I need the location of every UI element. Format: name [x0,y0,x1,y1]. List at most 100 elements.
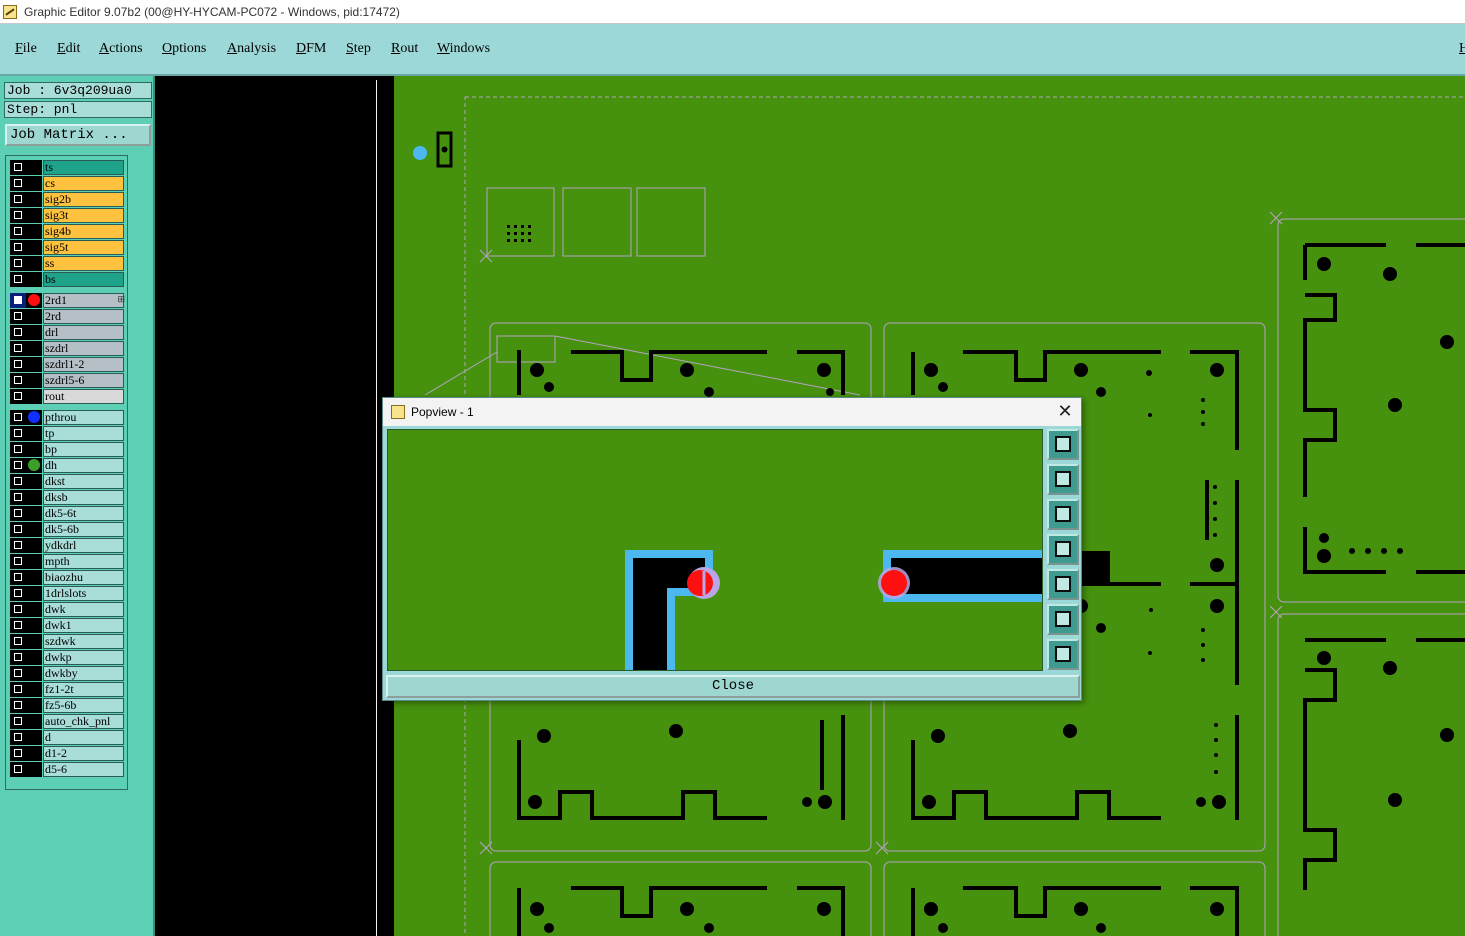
layer-name[interactable]: d [43,730,124,745]
layer-name[interactable]: biaozhu [43,570,124,585]
layer-name[interactable]: d5-6 [43,762,124,777]
layer-checkbox[interactable] [10,192,26,207]
layer-row-ydkdrl[interactable]: ydkdrl [8,538,127,553]
layer-name[interactable]: drl [43,325,124,340]
layer-row-dkst[interactable]: dkst [8,474,127,489]
menu-rout[interactable]: Rout [391,41,418,57]
layer-color-cell[interactable] [26,746,42,761]
layer-row-fz5-6b[interactable]: fz5-6b [8,698,127,713]
layer-color-cell[interactable] [26,650,42,665]
layer-row-pthrou[interactable]: pthrou [8,410,127,425]
layer-checkbox[interactable] [10,730,26,745]
layer-color-cell[interactable] [26,490,42,505]
zoom-window-icon[interactable] [1047,429,1079,460]
layer-name[interactable]: dwk1 [43,618,124,633]
layer-color-cell[interactable] [26,458,42,473]
layer-checkbox[interactable] [10,618,26,633]
zoom-out-icon[interactable] [1047,604,1079,635]
layer-name[interactable]: sig4b [43,224,124,239]
layer-row-d5-6[interactable]: d5-6 [8,762,127,777]
layer-color-cell[interactable] [26,730,42,745]
layer-name[interactable]: sig2b [43,192,124,207]
layer-row-ts[interactable]: ts [8,160,127,175]
layer-color-cell[interactable] [26,256,42,271]
layer-name[interactable]: d1-2 [43,746,124,761]
layer-name[interactable]: bp [43,442,124,457]
layer-row-2rd1[interactable]: 2rd1 ⊞ [8,293,127,308]
layer-name[interactable]: ts [43,160,124,175]
layer-row-auto_chk_pnl[interactable]: auto_chk_pnl [8,714,127,729]
layer-row-szdrl5-6[interactable]: szdrl5-6 [8,373,127,388]
layer-checkbox[interactable] [10,389,26,404]
layer-color-cell[interactable] [26,176,42,191]
layer-name[interactable]: mpth [43,554,124,569]
layer-checkbox[interactable] [10,746,26,761]
layer-color-cell[interactable] [26,160,42,175]
menu-actions[interactable]: Actions [99,41,143,57]
layer-color-cell[interactable] [26,570,42,585]
layer-checkbox[interactable] [10,602,26,617]
layer-checkbox[interactable] [10,506,26,521]
layer-name[interactable]: auto_chk_pnl [43,714,124,729]
layer-row-drl[interactable]: drl [8,325,127,340]
layer-color-cell[interactable] [26,602,42,617]
layer-row-dh[interactable]: dh [8,458,127,473]
layer-row-ss[interactable]: ss [8,256,127,271]
layer-name[interactable]: dksb [43,490,124,505]
layer-color-cell[interactable] [26,293,42,308]
layer-row-dwk[interactable]: dwk [8,602,127,617]
layer-color-cell[interactable] [26,506,42,521]
layer-name[interactable]: rout [43,389,124,404]
layer-name[interactable]: tp [43,426,124,441]
menu-dfm[interactable]: DFM [296,41,326,57]
layer-color-cell[interactable] [26,272,42,287]
layer-row-sig4b[interactable]: sig4b [8,224,127,239]
layer-row-bs[interactable]: bs [8,272,127,287]
layer-color-cell[interactable] [26,389,42,404]
layer-row-dwkby[interactable]: dwkby [8,666,127,681]
layer-color-cell[interactable] [26,426,42,441]
layer-color-cell[interactable] [26,762,42,777]
menu-step[interactable]: Step [346,41,371,57]
layer-color-cell[interactable] [26,224,42,239]
layer-color-cell[interactable] [26,586,42,601]
menu-file[interactable]: File [15,41,37,57]
layer-checkbox[interactable] [10,272,26,287]
layer-checkbox[interactable] [10,240,26,255]
layer-checkbox[interactable] [10,160,26,175]
menu-windows[interactable]: Windows [437,41,490,57]
layer-name[interactable]: 1drlslots [43,586,124,601]
layer-name[interactable]: szdrl1-2 [43,357,124,372]
layer-color-cell[interactable] [26,666,42,681]
layer-name[interactable]: szdrl [43,341,124,356]
layer-row-sig3t[interactable]: sig3t [8,208,127,223]
layer-row-dk5-6b[interactable]: dk5-6b [8,522,127,537]
layer-name[interactable]: ydkdrl [43,538,124,553]
layer-name[interactable]: dk5-6b [43,522,124,537]
layer-checkbox[interactable] [10,474,26,489]
layer-row-1drlslots[interactable]: 1drlslots [8,586,127,601]
layer-row-sig2b[interactable]: sig2b [8,192,127,207]
layer-checkbox[interactable] [10,538,26,553]
layer-row-d[interactable]: d [8,730,127,745]
layer-name[interactable]: fz5-6b [43,698,124,713]
pan-down-icon[interactable] [1047,499,1079,530]
layer-checkbox[interactable] [10,309,26,324]
layer-name[interactable]: pthrou [43,410,124,425]
layer-name[interactable]: szdwk [43,634,124,649]
layer-checkbox[interactable] [10,554,26,569]
layer-checkbox[interactable] [10,325,26,340]
layer-color-cell[interactable] [26,554,42,569]
layer-checkbox[interactable] [10,293,26,308]
layer-color-cell[interactable] [26,698,42,713]
layer-checkbox[interactable] [10,176,26,191]
layer-row-mpth[interactable]: mpth [8,554,127,569]
layer-row-dk5-6t[interactable]: dk5-6t [8,506,127,521]
popview-titlebar[interactable]: Popview - 1 ✕ [383,398,1081,426]
pan-right-icon[interactable] [1047,569,1079,600]
layer-checkbox[interactable] [10,373,26,388]
popview-close-button[interactable]: Close [386,675,1080,698]
layer-color-cell[interactable] [26,474,42,489]
layer-checkbox[interactable] [10,650,26,665]
layer-color-cell[interactable] [26,522,42,537]
